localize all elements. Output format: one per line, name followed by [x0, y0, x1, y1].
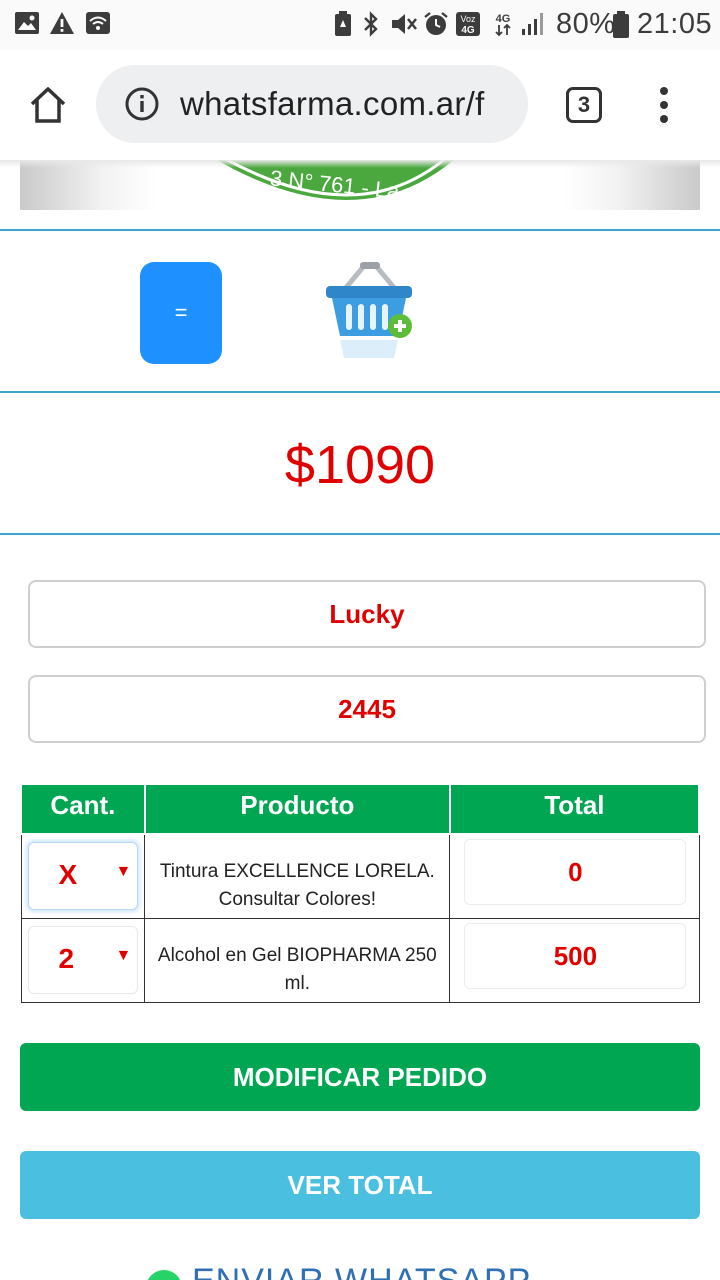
send-whatsapp-link[interactable]: ENVIAR WHATSAPP: [144, 1262, 544, 1280]
dropdown-arrow-icon: ▼: [115, 946, 132, 964]
view-total-button[interactable]: VER TOTAL: [20, 1151, 700, 1219]
column-header-total: Total: [448, 783, 701, 835]
image-icon: [14, 11, 40, 40]
qty-cell: 2 ▼: [20, 917, 146, 1003]
order-table: Cant. Producto Total X ▼ Tintura EXCELLE…: [20, 783, 701, 1003]
add-to-basket-icon[interactable]: [322, 258, 418, 367]
battery-saver-icon: [334, 11, 352, 42]
total-cell: 0: [449, 833, 700, 919]
customer-name-field[interactable]: Lucky: [28, 580, 706, 648]
table-header-row: Cant. Producto Total: [20, 783, 701, 835]
equals-button[interactable]: =: [140, 262, 222, 364]
qty-cell: X ▼: [20, 833, 146, 919]
mobile-data-icon: 4G: [492, 11, 514, 42]
send-whatsapp-label: ENVIAR WHATSAPP: [192, 1262, 531, 1280]
home-icon[interactable]: [28, 85, 68, 130]
qty-value: X: [58, 859, 78, 890]
more-vert-icon[interactable]: [656, 86, 672, 129]
qty-select[interactable]: X ▼: [27, 842, 138, 910]
warning-icon: [49, 11, 75, 40]
browser-toolbar: whatsfarma.com.ar/f 3: [0, 50, 720, 160]
total-cell: 500: [449, 917, 700, 1003]
info-icon[interactable]: [124, 86, 160, 127]
status-bar: Voz 4G 4G 80% 21:05: [0, 0, 720, 50]
column-header-qty: Cant.: [20, 783, 146, 835]
qty-select[interactable]: 2 ▼: [27, 925, 138, 994]
product-name: Tintura EXCELLENCE LORELA. Consultar Col…: [159, 861, 435, 911]
network-type: 4G: [496, 13, 511, 25]
column-header-product: Producto: [143, 783, 451, 835]
line-total-field[interactable]: 0: [464, 839, 687, 905]
qty-value: 2: [58, 942, 75, 974]
svg-text:4G: 4G: [461, 25, 475, 36]
alarm-icon: [423, 11, 449, 42]
dropdown-arrow-icon: ▼: [115, 863, 132, 880]
svg-text:Voz: Voz: [460, 14, 476, 24]
url-text: whatsfarma.com.ar/f: [180, 85, 485, 122]
mute-icon: [390, 11, 418, 42]
tab-switcher-button[interactable]: 3: [566, 87, 602, 123]
toolbar-shadow: [0, 160, 720, 168]
url-fade: [488, 65, 528, 143]
table-row: X ▼ Tintura EXCELLENCE LORELA. Consultar…: [20, 833, 700, 919]
table-row: 2 ▼ Alcohol en Gel BIOPHARMA 250 ml. 500: [20, 917, 700, 1003]
line-total-field[interactable]: 500: [464, 922, 687, 989]
customer-code-field[interactable]: 2445: [28, 675, 706, 743]
product-cell: Tintura EXCELLENCE LORELA. Consultar Col…: [144, 833, 451, 919]
product-name: Alcohol en Gel BIOPHARMA 250 ml.: [157, 945, 437, 994]
signal-icon: [520, 11, 548, 42]
clock: 21:05: [637, 8, 713, 40]
battery-icon: [612, 11, 630, 44]
address-bar[interactable]: whatsfarma.com.ar/f: [96, 65, 528, 143]
product-cell: Alcohol en Gel BIOPHARMA 250 ml.: [144, 917, 451, 1003]
order-price: $1090: [284, 435, 436, 495]
volte-icon: Voz 4G: [455, 11, 481, 42]
battery-percent: 80%: [556, 8, 616, 40]
modify-order-button[interactable]: MODIFICAR PEDIDO: [20, 1043, 700, 1111]
wifi-icon: [85, 11, 111, 40]
whatsapp-icon: [144, 1268, 184, 1280]
bluetooth-icon: [362, 11, 380, 42]
